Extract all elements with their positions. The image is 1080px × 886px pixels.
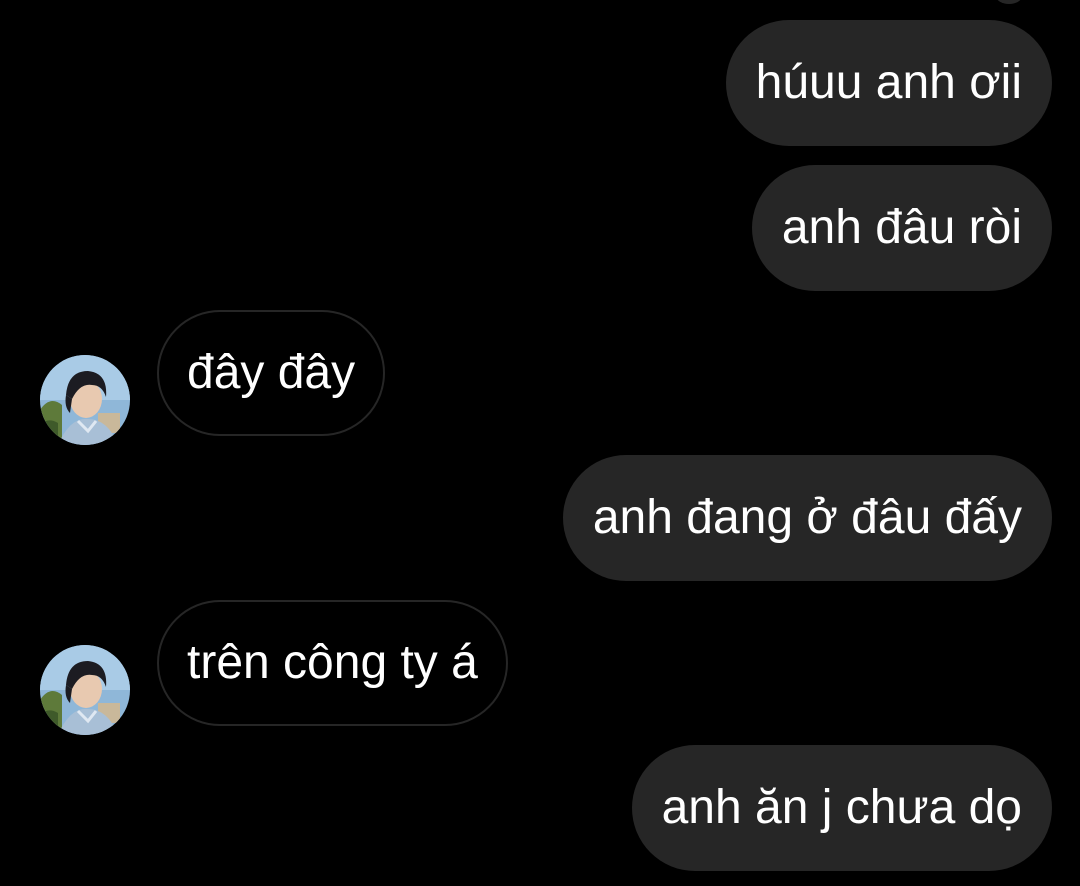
contact-avatar[interactable] [40, 645, 130, 735]
incoming-message-bubble[interactable]: đây đây [157, 310, 386, 436]
message-text: anh đâu ròi [781, 201, 1022, 254]
incoming-message-bubble[interactable]: trên công ty á [157, 600, 508, 726]
outgoing-message-bubble[interactable]: anh đang ở đâu đấy [562, 455, 1052, 581]
message-text: trên công ty á [187, 636, 478, 689]
avatar-photo [40, 645, 130, 735]
avatar-photo [40, 355, 130, 445]
outgoing-message-bubble[interactable]: húuu anh ơii [725, 20, 1052, 146]
contact-avatar[interactable] [40, 355, 130, 445]
message-text: đây đây [187, 346, 356, 399]
previous-message-edge [996, 0, 1022, 4]
outgoing-message-bubble[interactable]: anh đâu ròi [751, 165, 1052, 291]
chat-thread: húuu anh ơii anh đâu ròi đây đây anh đan… [0, 0, 1080, 886]
outgoing-message-bubble[interactable]: anh ăn j chưa dọ [631, 745, 1052, 871]
message-text: anh đang ở đâu đấy [592, 491, 1022, 544]
message-text: anh ăn j chưa dọ [661, 781, 1022, 834]
message-text: húuu anh ơii [755, 56, 1022, 109]
